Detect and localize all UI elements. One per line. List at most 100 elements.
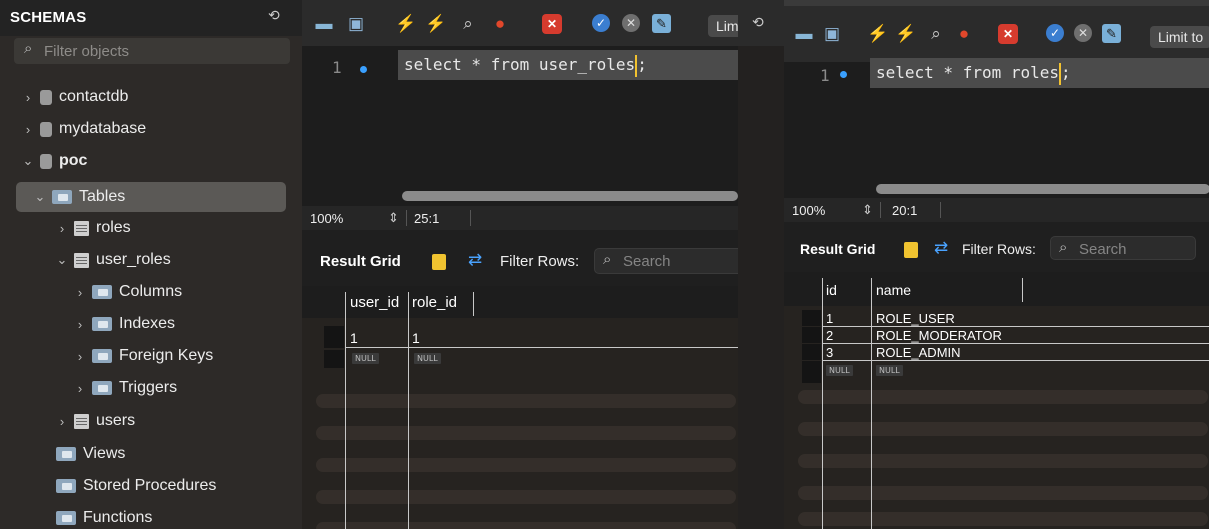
chevron-down-icon[interactable]: ⌄ [34, 189, 46, 205]
filter-objects-field[interactable]: ⌕ [14, 38, 290, 64]
chevron-right-icon[interactable]: › [22, 90, 34, 105]
stop-icon[interactable]: ● [954, 24, 974, 44]
limit-rows-select[interactable]: Lim [708, 15, 738, 37]
table-cell[interactable]: 2 [826, 328, 833, 343]
zoom-stepper-icon[interactable]: ⇕ [862, 202, 873, 218]
execute-current-icon[interactable]: ⚡ [895, 24, 916, 44]
chevron-right-icon[interactable]: › [22, 122, 34, 137]
column-header-user-id[interactable]: user_id [350, 294, 399, 311]
table-cell[interactable]: 1 [412, 330, 420, 346]
result-grid-label[interactable]: Result Grid [320, 253, 401, 270]
rollback-icon[interactable]: ✕ [622, 14, 640, 32]
row-selector[interactable] [802, 310, 821, 326]
chevron-right-icon[interactable]: › [74, 349, 86, 364]
sidebar-item-indexes[interactable]: › Indexes [74, 309, 175, 339]
sidebar-item-contactdb[interactable]: › contactdb [22, 82, 129, 112]
table-cell[interactable]: ROLE_ADMIN [876, 345, 961, 360]
column-header-role-id[interactable]: role_id [412, 294, 457, 311]
beautify-icon[interactable]: ✎ [1102, 24, 1121, 43]
table-cell[interactable]: 1 [826, 311, 833, 326]
filter-objects-input[interactable] [44, 41, 274, 61]
sidebar-item-foreign-keys[interactable]: › Foreign Keys [74, 341, 213, 371]
save-icon[interactable]: ▣ [822, 24, 842, 44]
sidebar-item-functions[interactable]: Functions [56, 503, 152, 529]
row-selector[interactable] [802, 361, 821, 383]
filter-rows-input[interactable] [1079, 240, 1199, 258]
explain-icon[interactable]: ⌕ [458, 14, 478, 34]
search-icon: ⌕ [1059, 239, 1068, 256]
execute-current-icon[interactable]: ⚡ [425, 14, 446, 34]
chevron-down-icon[interactable]: ⌄ [56, 252, 68, 268]
filter-rows-search[interactable]: ⌕ [594, 248, 738, 274]
column-header-id[interactable]: id [826, 282, 837, 298]
zoom-stepper-icon[interactable]: ⇕ [388, 210, 399, 226]
sql-editor[interactable]: 1 select * from user_roles; [302, 46, 738, 206]
sidebar-item-columns[interactable]: › Columns [74, 277, 182, 307]
row-selector[interactable] [802, 344, 821, 360]
sidebar-item-mydatabase[interactable]: › mydatabase [22, 114, 146, 144]
chevron-right-icon[interactable]: › [74, 381, 86, 396]
sidebar-item-views[interactable]: Views [56, 439, 125, 469]
sidebar-item-roles[interactable]: › roles [56, 213, 131, 243]
sidebar-item-label: Views [83, 445, 126, 462]
sidebar-item-label: mydatabase [59, 120, 147, 137]
sql-statement[interactable]: select * from user_roles; [398, 50, 738, 80]
open-file-icon[interactable]: ▬ [314, 14, 334, 34]
row-selector[interactable] [802, 327, 821, 343]
folder-icon [92, 381, 112, 395]
result-grid-label[interactable]: Result Grid [800, 241, 875, 257]
cursor-position: 20:1 [892, 203, 918, 218]
sql-editor[interactable]: 1 select * from roles; [784, 58, 1209, 200]
chevron-right-icon[interactable]: › [74, 317, 86, 332]
sidebar-item-tables[interactable]: ⌄ Tables [16, 182, 286, 212]
chevron-down-icon[interactable]: ⌄ [22, 153, 34, 169]
row-selector[interactable] [324, 350, 344, 368]
chevron-right-icon[interactable]: › [74, 285, 86, 300]
sidebar-item-stored-procedures[interactable]: Stored Procedures [56, 471, 216, 501]
zoom-level[interactable]: 100% [310, 211, 343, 226]
table-cell[interactable]: 1 [350, 330, 358, 346]
table-cell[interactable]: ROLE_MODERATOR [876, 328, 1002, 343]
stop-icon[interactable]: ● [490, 14, 510, 34]
divider [470, 210, 471, 226]
sidebar-item-users[interactable]: › users [56, 406, 135, 436]
query-toolbar: ▬ ▣ ⚡ ⚡ ⌕ ● ✕ ✓ ✕ ✎ Lim [302, 0, 738, 46]
refresh-icon[interactable]: ⟲ [752, 14, 764, 31]
filter-rows-search[interactable]: ⌕ [1050, 236, 1199, 260]
columns-icon[interactable] [432, 254, 446, 270]
filter-rows-input[interactable] [623, 252, 738, 270]
sidebar-item-triggers[interactable]: › Triggers [74, 373, 177, 403]
sidebar-header: SCHEMAS ⟲ [0, 0, 302, 36]
column-header-name[interactable]: name [876, 282, 911, 298]
toggle-error-icon[interactable]: ✕ [542, 14, 562, 34]
grid-stripe [316, 394, 736, 408]
row-selector[interactable] [324, 326, 344, 348]
open-file-icon[interactable]: ▬ [794, 24, 814, 44]
toggle-error-icon[interactable]: ✕ [998, 24, 1018, 44]
beautify-icon[interactable]: ✎ [652, 14, 671, 33]
rollback-icon[interactable]: ✕ [1074, 24, 1092, 42]
refresh-icon[interactable]: ⇄ [934, 238, 948, 258]
execute-icon[interactable]: ⚡ [395, 14, 416, 34]
line-number: 1 [332, 58, 342, 77]
chevron-right-icon[interactable]: › [56, 414, 68, 429]
sidebar-item-user-roles[interactable]: ⌄ user_roles [56, 245, 171, 275]
horizontal-scrollbar[interactable] [876, 184, 1209, 194]
commit-icon[interactable]: ✓ [1046, 24, 1064, 42]
table-cell[interactable]: 3 [826, 345, 833, 360]
horizontal-scrollbar[interactable] [402, 191, 738, 201]
sidebar-item-poc[interactable]: ⌄ poc [22, 146, 88, 176]
save-icon[interactable]: ▣ [346, 14, 366, 34]
commit-icon[interactable]: ✓ [592, 14, 610, 32]
chevron-right-icon[interactable]: › [56, 221, 68, 236]
execute-icon[interactable]: ⚡ [867, 24, 888, 44]
refresh-icon[interactable]: ⟲ [268, 7, 280, 24]
editor-statusbar: 100% ⇕ 20:1 [784, 198, 1209, 222]
refresh-icon[interactable]: ⇄ [468, 250, 482, 270]
explain-icon[interactable]: ⌕ [926, 24, 946, 44]
table-cell[interactable]: ROLE_USER [876, 311, 955, 326]
sql-statement[interactable]: select * from roles; [870, 58, 1209, 88]
columns-icon[interactable] [904, 242, 918, 258]
limit-rows-select[interactable]: Limit to [1150, 26, 1209, 48]
zoom-level[interactable]: 100% [792, 203, 825, 218]
